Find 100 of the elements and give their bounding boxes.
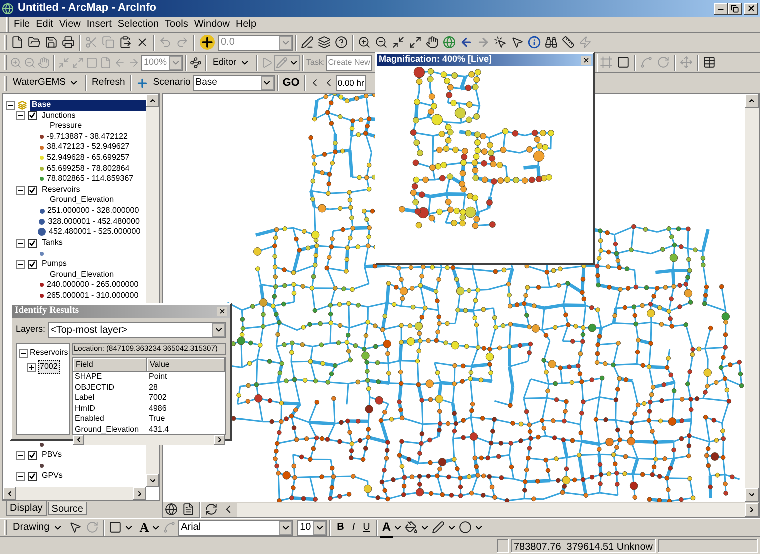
column-header[interactable]: Value	[147, 358, 225, 372]
pointer-icon[interactable]	[511, 36, 524, 49]
menu-item[interactable]: View	[56, 17, 84, 32]
toc-tab[interactable]: Display	[6, 501, 47, 516]
refresh-view-icon[interactable]	[205, 503, 218, 516]
expand-toggle-icon[interactable]	[27, 362, 36, 372]
delete-icon[interactable]	[136, 36, 149, 49]
text-tool-button[interactable]: A	[140, 518, 150, 538]
scale-dropdown[interactable]: 0.0	[218, 34, 293, 50]
scroll-left-icon[interactable]	[6, 490, 14, 498]
minimize-button[interactable]	[714, 2, 728, 14]
menu-item[interactable]: Tools	[162, 17, 192, 32]
menu-item[interactable]: Selection	[114, 17, 162, 32]
line-color-icon[interactable]	[432, 521, 445, 534]
editor-menu[interactable]: Editor	[209, 54, 254, 71]
full-extent-icon[interactable]	[443, 36, 456, 49]
layer-name[interactable]: Reservoirs	[42, 184, 80, 196]
time-field[interactable]: 0.00 hr	[336, 75, 366, 91]
layer-checkbox[interactable]	[28, 186, 37, 195]
layer-checkbox[interactable]	[28, 238, 37, 248]
horizontal-scrollbar[interactable]	[3, 487, 146, 500]
font-size-dropdown[interactable]: 10	[297, 520, 328, 536]
sketch-tool-dropdown[interactable]	[274, 54, 300, 70]
expand-toggle-icon[interactable]	[16, 238, 25, 248]
scroll-up-icon[interactable]	[148, 96, 156, 104]
layer-checkbox[interactable]	[28, 450, 37, 460]
marker-color-icon[interactable]	[459, 521, 472, 534]
close-button[interactable]	[581, 56, 591, 64]
scroll-right-icon[interactable]	[136, 490, 144, 498]
expand-toggle-icon[interactable]	[16, 450, 25, 460]
menu-item[interactable]: Edit	[33, 17, 56, 32]
add-data-icon[interactable]	[200, 35, 215, 50]
scenario-dropdown[interactable]: Base	[192, 75, 275, 91]
zoom-out-icon[interactable]	[375, 36, 388, 49]
task-dropdown[interactable]: Create New	[326, 54, 372, 70]
rectangle-icon[interactable]	[617, 56, 630, 69]
table-icon[interactable]	[703, 56, 716, 69]
open-folder-icon[interactable]	[28, 36, 41, 49]
select-features-icon[interactable]	[494, 36, 507, 49]
editor-toolbar-icon[interactable]	[301, 36, 314, 49]
scroll-down-icon[interactable]	[148, 476, 156, 484]
close-button[interactable]	[744, 2, 758, 14]
fill-color-icon[interactable]	[405, 521, 418, 534]
column-header[interactable]: Field	[73, 358, 147, 372]
print-icon[interactable]	[62, 36, 75, 49]
layers-dropdown[interactable]: <Top-most layer>	[48, 322, 226, 338]
identify-icon[interactable]	[528, 36, 541, 49]
layer-name[interactable]: Junctions	[42, 110, 76, 122]
tree-item[interactable]: 7002	[38, 360, 60, 374]
menu-item[interactable]: Window	[191, 17, 233, 32]
paste-icon[interactable]	[119, 36, 132, 49]
measure-icon[interactable]	[562, 36, 575, 49]
drawing-menu[interactable]: Drawing	[9, 519, 67, 536]
bold-button[interactable]: B	[333, 520, 348, 535]
tree-item[interactable]: Reservoirs	[30, 347, 68, 359]
expand-toggle-icon[interactable]	[16, 472, 25, 481]
fixed-zoom-in-icon[interactable]	[392, 36, 405, 49]
expand-toggle-icon[interactable]	[16, 186, 25, 195]
new-document-icon[interactable]	[11, 36, 24, 49]
go-button[interactable]: GO	[280, 74, 302, 92]
arctoolbox-icon[interactable]	[318, 36, 331, 49]
italic-button[interactable]: I	[348, 520, 360, 535]
layer-checkbox[interactable]	[28, 111, 37, 120]
find-icon[interactable]	[545, 36, 558, 49]
layer-name[interactable]: Pumps	[42, 258, 67, 270]
layer-checkbox[interactable]	[28, 472, 37, 481]
rectangle-icon[interactable]	[108, 521, 122, 534]
restore-button[interactable]	[728, 2, 742, 14]
layer-checkbox[interactable]	[28, 260, 37, 269]
network-icon[interactable]	[190, 56, 202, 68]
zoom-in-icon[interactable]	[358, 36, 371, 49]
close-button[interactable]	[217, 307, 227, 316]
map-horizontal-scrollbar[interactable]	[237, 502, 759, 516]
zoom-percent-dropdown[interactable]: 100%	[141, 54, 184, 70]
whats-this-icon[interactable]	[335, 36, 348, 49]
underline-button[interactable]: U	[359, 520, 374, 535]
layout-view-icon[interactable]	[182, 503, 195, 516]
pan-icon[interactable]	[426, 36, 439, 49]
layer-name[interactable]: GPVs	[42, 471, 63, 482]
refresh-button[interactable]: Refresh	[88, 76, 128, 90]
scroll-right-icon[interactable]	[216, 436, 224, 444]
scroll-up-icon[interactable]	[748, 97, 756, 105]
scroll-right-icon[interactable]	[748, 506, 756, 514]
menu-item[interactable]: Help	[232, 17, 260, 32]
watergems-menu[interactable]: WaterGEMS	[9, 74, 83, 92]
scroll-left-icon[interactable]	[74, 436, 82, 444]
expand-toggle-icon[interactable]	[16, 111, 25, 120]
menu-item[interactable]: Insert	[84, 17, 115, 32]
font-color-button[interactable]: A	[380, 518, 393, 538]
font-dropdown[interactable]: Arial	[178, 520, 294, 536]
menu-item[interactable]: File	[11, 17, 34, 32]
fixed-zoom-out-icon[interactable]	[409, 36, 422, 49]
table-scrollbar[interactable]	[73, 435, 225, 445]
save-icon[interactable]	[45, 36, 58, 49]
toc-tab[interactable]: Source	[48, 502, 88, 515]
expand-toggle-icon[interactable]	[6, 100, 15, 110]
layer-name[interactable]: Tanks	[42, 238, 63, 248]
layer-name[interactable]: PBVs	[42, 450, 62, 460]
map-vertical-scrollbar[interactable]	[745, 94, 759, 502]
data-frame-label[interactable]: Base	[30, 100, 146, 111]
